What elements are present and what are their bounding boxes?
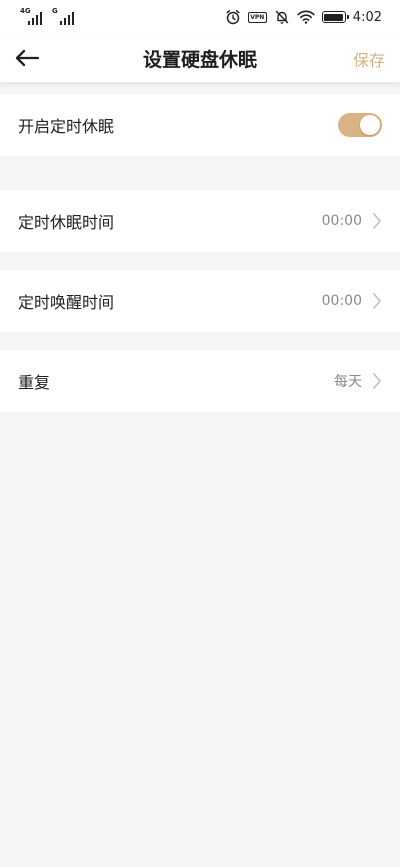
chevron-right-icon (372, 292, 382, 310)
enable-sleep-label: 开启定时休眠 (18, 117, 115, 136)
settings-group-sleep-time: 定时休眠时间 00:00 (0, 190, 400, 252)
wake-time-value: 00:00 (321, 293, 362, 309)
chevron-right-icon (372, 372, 382, 390)
signal-g-tag: G (52, 7, 58, 15)
wake-time-row[interactable]: 定时唤醒时间 00:00 (0, 270, 400, 332)
sleep-time-row[interactable]: 定时休眠时间 00:00 (0, 190, 400, 252)
vpn-icon: VPN (247, 11, 267, 23)
sleep-time-label: 定时休眠时间 (18, 213, 115, 232)
repeat-label: 重复 (18, 373, 51, 392)
status-time: 4:02 (352, 9, 382, 25)
signal-4g-icon: 4G (20, 7, 42, 25)
save-button[interactable]: 保存 (353, 47, 385, 71)
signal-group: 4G G (20, 7, 74, 25)
page-title: 设置硬盘休眠 (142, 48, 257, 71)
status-bar: 4G G VPN 4:02 (0, 0, 400, 34)
enable-sleep-row: 开启定时休眠 (0, 94, 400, 156)
arrow-left-icon (15, 49, 40, 67)
settings-group-wake-time: 定时唤醒时间 00:00 (0, 270, 400, 332)
signal-g-icon: G (52, 7, 74, 25)
wake-time-label: 定时唤醒时间 (18, 293, 115, 312)
battery-icon (321, 11, 349, 23)
back-button[interactable] (10, 42, 44, 74)
bell-off-icon (274, 9, 290, 25)
alarm-clock-icon (225, 9, 241, 25)
repeat-row[interactable]: 重复 每天 (0, 350, 400, 412)
status-right: VPN 4:02 (225, 9, 382, 25)
toggle-knob (360, 115, 380, 135)
chevron-right-icon (372, 212, 382, 230)
sleep-time-value: 00:00 (321, 213, 362, 229)
settings-group-enable: 开启定时休眠 (0, 94, 400, 156)
wifi-icon (297, 10, 315, 24)
repeat-value: 每天 (334, 374, 362, 390)
navigation-bar: 设置硬盘休眠 保存 (0, 34, 400, 82)
enable-sleep-toggle[interactable] (338, 113, 382, 137)
settings-group-repeat: 重复 每天 (0, 350, 400, 412)
